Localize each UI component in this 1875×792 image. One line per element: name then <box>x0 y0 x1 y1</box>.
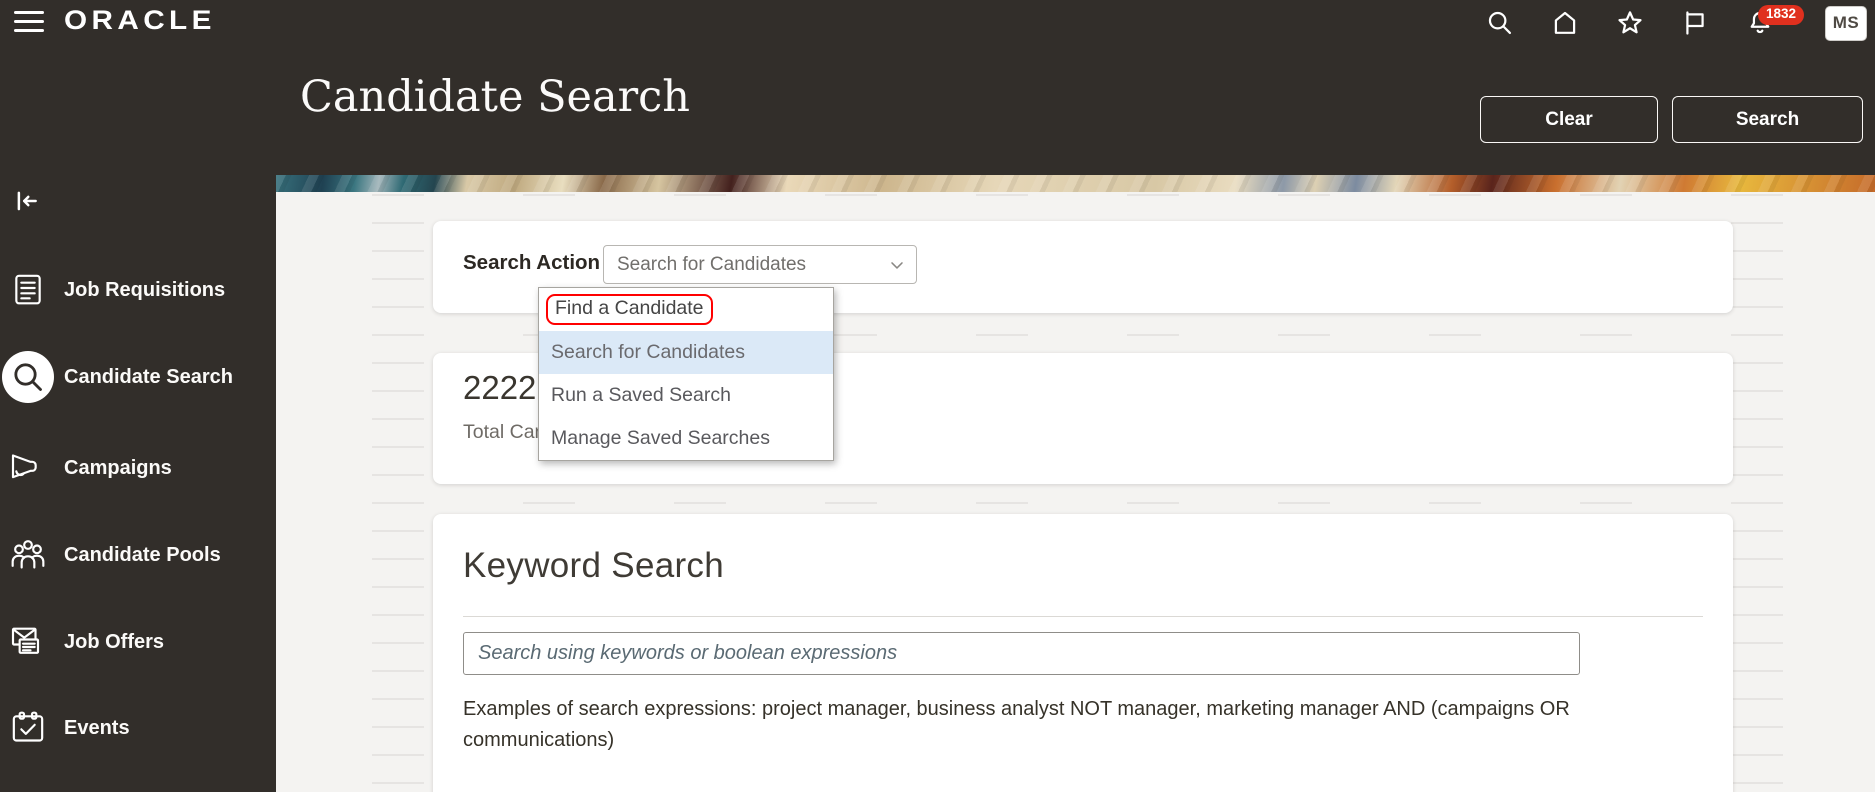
menu-item-run-a-saved-search[interactable]: Run a Saved Search <box>539 374 833 417</box>
notification-count-badge: 1832 <box>1758 5 1805 25</box>
home-icon[interactable] <box>1551 9 1579 37</box>
chevron-down-icon <box>887 255 907 275</box>
sidebar-item-campaigns[interactable]: Campaigns <box>0 438 276 498</box>
menu-item-find-a-candidate[interactable]: Find a Candidate <box>539 288 833 331</box>
menu-item-search-for-candidates[interactable]: Search for Candidates <box>539 331 833 374</box>
calendar-check-icon <box>2 702 54 754</box>
keyword-search-input[interactable] <box>463 632 1580 675</box>
people-group-icon <box>2 529 54 581</box>
envelope-letter-icon <box>2 616 54 668</box>
search-action-label: Search Action <box>463 251 601 274</box>
annotation-highlight: Find a Candidate <box>546 294 713 325</box>
megaphone-icon <box>2 442 54 494</box>
menu-item-manage-saved-searches[interactable]: Manage Saved Searches <box>539 417 833 460</box>
sidebar-item-events[interactable]: Events <box>0 698 276 758</box>
search-action-dropdown[interactable]: Search for Candidates <box>603 245 917 284</box>
decorative-banner <box>276 175 1875 192</box>
notifications-bell-icon[interactable]: 1832 <box>1746 5 1805 37</box>
candidate-search-page: ORACLE 1832 MS Candidate Search Clear Se… <box>0 0 1875 792</box>
search-action-menu: Find a Candidate Search for Candidates R… <box>538 287 834 461</box>
sidebar-item-candidate-pools[interactable]: Candidate Pools <box>0 525 276 585</box>
sidebar-collapse-icon[interactable] <box>14 188 40 214</box>
header-icon-bar: 1832 MS <box>1486 0 1867 46</box>
hamburger-menu-icon[interactable] <box>14 9 44 34</box>
divider <box>463 616 1703 617</box>
document-list-icon <box>2 264 54 316</box>
flag-icon[interactable] <box>1681 9 1709 37</box>
search-examples-text: Examples of search expressions: project … <box>463 698 1570 751</box>
clear-button[interactable]: Clear <box>1480 96 1658 143</box>
sidebar-item-job-requisitions[interactable]: Job Requisitions <box>0 260 276 320</box>
user-avatar[interactable]: MS <box>1825 5 1867 41</box>
keyword-search-title: Keyword Search <box>463 546 724 585</box>
keyword-search-card: Keyword Search Examples of search expres… <box>433 514 1733 792</box>
page-title: Candidate Search <box>300 72 690 122</box>
dropdown-selected-value: Search for Candidates <box>617 254 807 275</box>
sidebar-item-candidate-search[interactable]: Candidate Search <box>0 347 276 407</box>
search-icon[interactable] <box>1486 9 1514 37</box>
magnifier-icon <box>2 351 54 403</box>
favorites-star-icon[interactable] <box>1616 9 1644 37</box>
oracle-logo: ORACLE <box>64 5 216 35</box>
search-button[interactable]: Search <box>1672 96 1863 143</box>
sidebar-item-job-offers[interactable]: Job Offers <box>0 612 276 672</box>
